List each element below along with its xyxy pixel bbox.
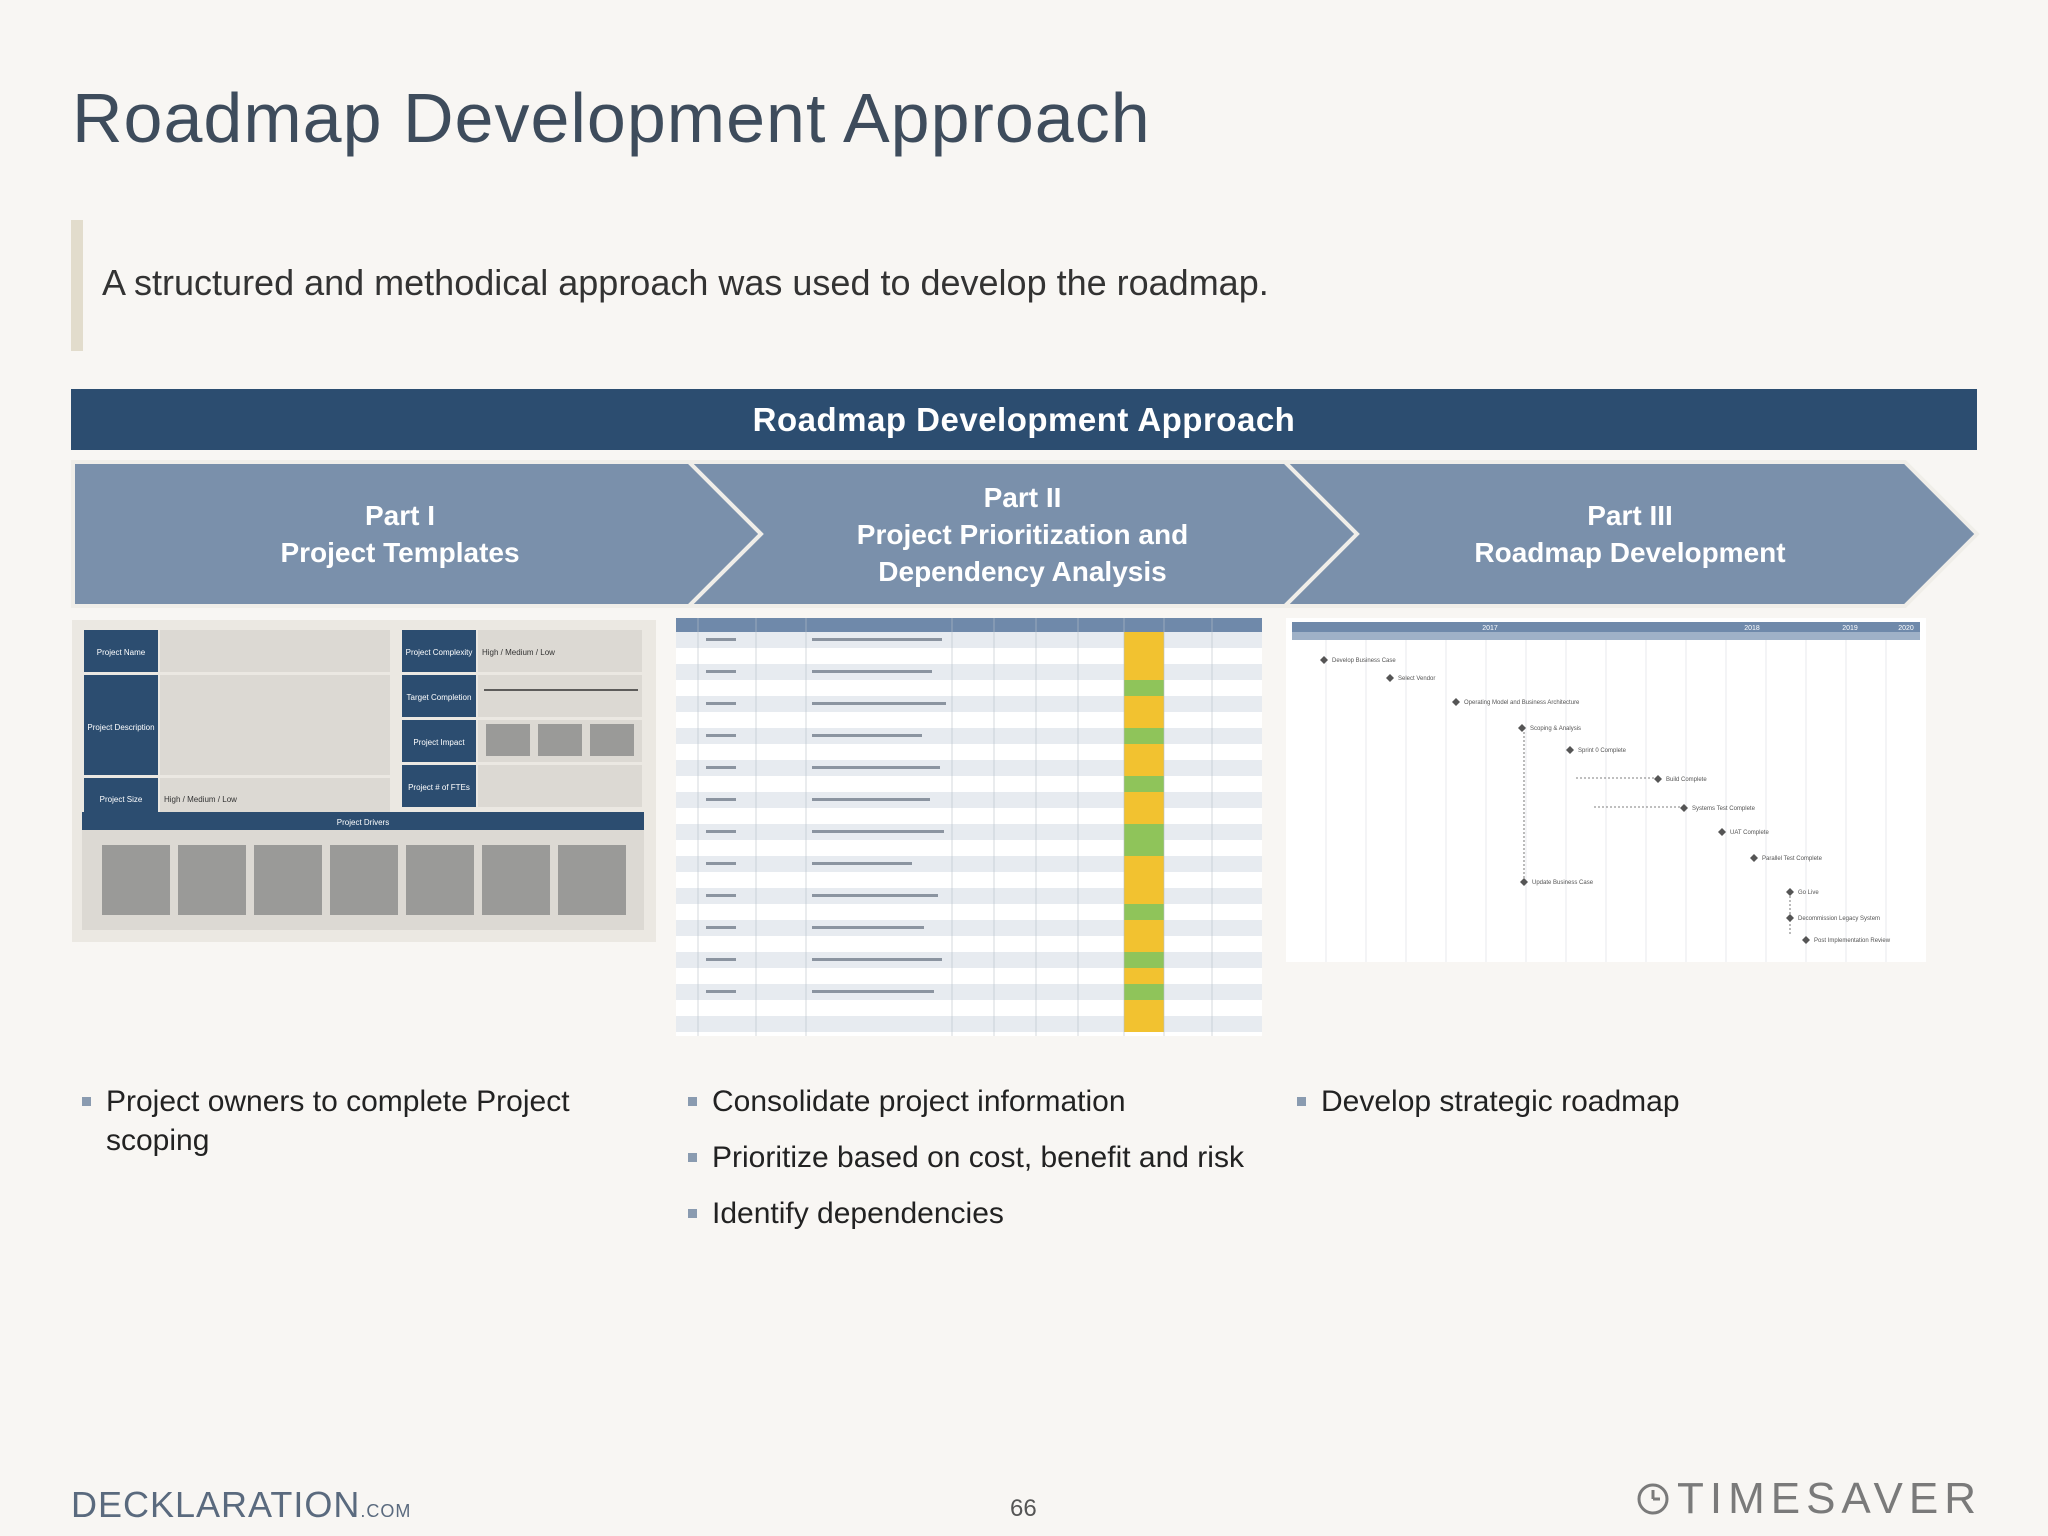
gantt-ms-4: Scoping & Analysis (1530, 726, 1581, 732)
decklaration-logo-text: DECKLARATION (71, 1484, 361, 1525)
part-1-title: Project Templates (280, 537, 520, 568)
part-1-label: Part I Project Templates (200, 497, 600, 571)
tpl-target-completion: Target Completion (407, 693, 472, 702)
timesaver-logo: TIMESAVER (1635, 1474, 1982, 1524)
part-2-title-line1: Project Prioritization and (856, 519, 1189, 550)
tpl-project-complexity: Project Complexity (406, 648, 473, 657)
project-template-graphic: Project Name Project Description Project… (82, 630, 644, 930)
tpl-project-size: Project Size (100, 795, 143, 804)
gantt-ms-6: Build Complete (1666, 777, 1707, 783)
part-2-label: Part II Project Prioritization and Depen… (800, 479, 1245, 590)
bullets-part-2: Consolidate project information Prioriti… (688, 1082, 1278, 1250)
part-3-label: Part III Roadmap Development (1430, 497, 1830, 571)
gantt-year-3: 2019 (1842, 625, 1858, 632)
gantt-year-1: 2017 (1482, 625, 1498, 632)
part-3-title: Roadmap Development (1474, 537, 1786, 568)
bullets-part-1: Project owners to complete Project scopi… (82, 1082, 622, 1177)
bullet-item: Consolidate project information (688, 1082, 1278, 1121)
project-template-thumbnail: Project Name Project Description Project… (72, 620, 656, 942)
prioritization-table-graphic (676, 618, 1262, 1036)
tpl-complexity-value: High / Medium / Low (482, 648, 555, 657)
lead-text: A structured and methodical approach was… (102, 262, 1269, 303)
gantt-ms-9: Parallel Test Complete (1762, 856, 1823, 862)
part-3-number: Part III (1587, 500, 1673, 531)
tpl-project-description: Project Description (87, 723, 154, 732)
gantt-ms-2: Select Vendor (1398, 676, 1435, 682)
gantt-ms-13: Post Implementation Review (1814, 938, 1891, 944)
lead-accent-bar (71, 220, 83, 351)
gantt-ms-11: Go Live (1798, 890, 1819, 896)
tpl-project-name: Project Name (97, 648, 146, 657)
tpl-drivers-header: Project Drivers (337, 818, 389, 827)
tpl-size-value: High / Medium / Low (164, 795, 237, 804)
gantt-year-4: 2020 (1898, 625, 1914, 632)
approach-banner: Roadmap Development Approach (71, 389, 1977, 450)
gantt-ms-10: Update Business Case (1532, 880, 1594, 886)
decklaration-logo: DECKLARATION.COM (71, 1484, 411, 1526)
tpl-project-impact: Project Impact (413, 738, 465, 747)
gantt-ms-8: UAT Complete (1730, 830, 1769, 836)
timesaver-logo-text: TIMESAVER (1676, 1474, 1982, 1523)
bullets-part-3: Develop strategic roadmap (1297, 1082, 1897, 1138)
roadmap-gantt-graphic: 2017 2018 2019 2020 Develop Business Cas… (1292, 622, 1920, 962)
part-2-title-line2: Dependency Analysis (878, 556, 1167, 587)
bullet-item: Identify dependencies (688, 1194, 1278, 1233)
part-2-number: Part II (983, 482, 1062, 513)
banner-title: Roadmap Development Approach (752, 400, 1296, 438)
tpl-project-ftes: Project # of FTEs (408, 783, 470, 792)
clock-icon (1637, 1483, 1669, 1515)
page-number: 66 (1010, 1495, 1037, 1522)
part-1-number: Part I (364, 500, 436, 531)
gantt-ms-12: Decommission Legacy System (1798, 916, 1880, 922)
prioritization-table-thumbnail (676, 618, 1262, 1036)
gantt-ms-1: Develop Business Case (1332, 658, 1396, 664)
bullet-item: Project owners to complete Project scopi… (82, 1082, 622, 1160)
bullet-item: Prioritize based on cost, benefit and ri… (688, 1138, 1278, 1177)
gantt-ms-7: Systems Test Complete (1692, 806, 1756, 812)
gantt-ms-3: Operating Model and Business Architectur… (1464, 700, 1580, 706)
gantt-ms-5: Sprint 0 Complete (1578, 748, 1627, 754)
decklaration-logo-suffix: .COM (360, 1501, 412, 1521)
roadmap-gantt-thumbnail: 2017 2018 2019 2020 Develop Business Cas… (1286, 618, 1926, 962)
bullet-item: Develop strategic roadmap (1297, 1082, 1897, 1121)
slide-title: Roadmap Development Approach (72, 79, 1151, 157)
gantt-year-2: 2018 (1744, 625, 1760, 632)
